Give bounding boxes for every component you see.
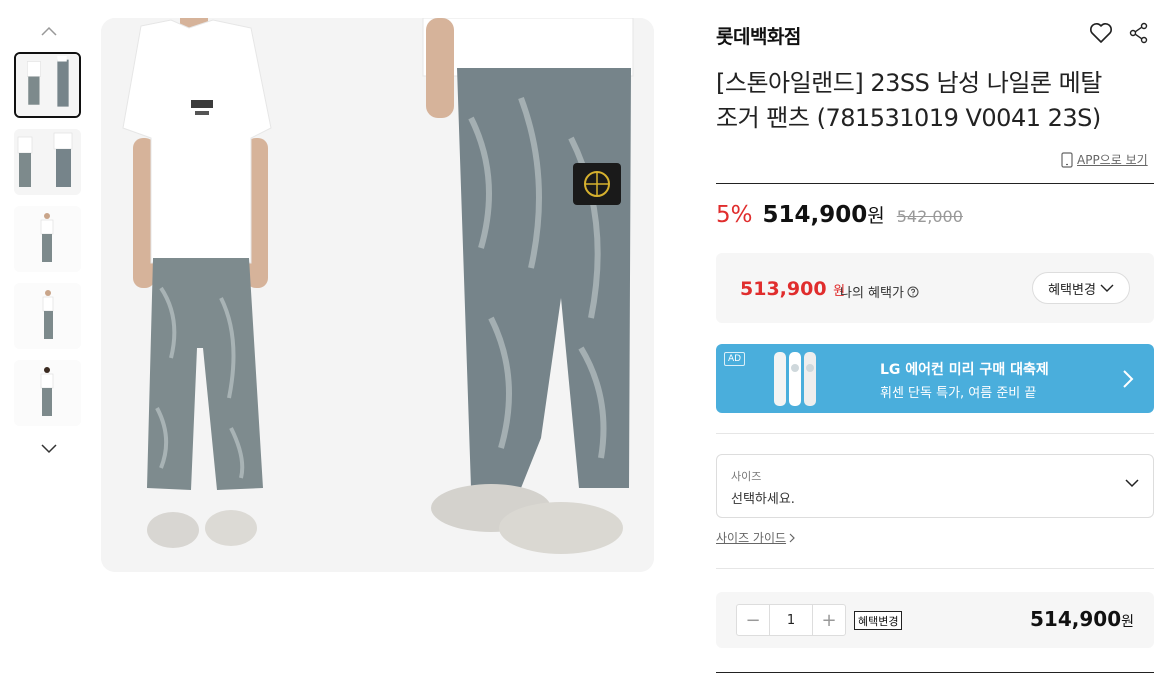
question-icon[interactable] bbox=[907, 286, 919, 298]
benefit-price-value: 513,900 bbox=[740, 278, 827, 300]
quantity-value[interactable]: 1 bbox=[769, 605, 813, 635]
change-benefit-badge[interactable]: 혜택변경 bbox=[854, 611, 903, 630]
thumbnail-scroll-up-button[interactable] bbox=[39, 24, 59, 38]
ad-subtitle: 휘센 단독 특가, 여름 준비 끝 bbox=[880, 386, 1037, 401]
product-title-line-1: [스톤아일랜드] 23SS 남성 나일론 메탈 bbox=[716, 69, 1102, 97]
product-title-line-2: 조거 팬츠 (781531019 V0041 23S) bbox=[716, 104, 1101, 132]
total-price: 514,900원 bbox=[1030, 607, 1134, 631]
brand-name[interactable]: 롯데백화점 bbox=[716, 22, 801, 49]
benefit-price: 513,900 원 bbox=[740, 278, 845, 300]
app-view-label: APP으로 보기 bbox=[1077, 153, 1148, 167]
size-label: 사이즈 bbox=[731, 470, 762, 483]
thumbnail-1[interactable] bbox=[14, 52, 81, 118]
air-conditioner-image bbox=[774, 352, 816, 406]
thumbnail-image bbox=[14, 360, 81, 426]
ad-title: LG 에어컨 미리 구매 대축제 bbox=[880, 362, 1049, 378]
change-benefit-button[interactable]: 혜택변경 bbox=[1032, 272, 1130, 304]
my-benefit-price-box: 513,900 원 나의 혜택가 혜택변경 bbox=[716, 253, 1154, 323]
benefit-label: 나의 혜택가 bbox=[840, 282, 919, 301]
thumbnail-2[interactable] bbox=[14, 129, 81, 195]
size-guide-label: 사이즈 가이드 bbox=[716, 531, 787, 545]
sale-price: 514,900원 bbox=[763, 201, 885, 228]
quantity-increase-button[interactable]: + bbox=[813, 605, 845, 635]
chevron-down-icon bbox=[1125, 479, 1139, 488]
wishlist-button[interactable] bbox=[1088, 20, 1114, 46]
thumbnail-scroll-down-button[interactable] bbox=[39, 442, 59, 456]
mobile-phone-icon bbox=[1061, 151, 1073, 168]
original-price: 542,000 bbox=[896, 207, 963, 226]
total-price-value: 514,900 bbox=[1030, 607, 1122, 631]
chevron-down-icon bbox=[41, 444, 57, 454]
app-view-link[interactable]: APP으로 보기 bbox=[1061, 151, 1148, 168]
size-placeholder: 선택하세요. bbox=[731, 492, 795, 507]
currency-unit: 원 bbox=[867, 205, 885, 227]
heart-icon bbox=[1090, 23, 1112, 43]
chevron-up-icon bbox=[41, 26, 57, 36]
thumbnail-image bbox=[14, 129, 81, 195]
order-summary: − 1 + 혜택변경 514,900원 bbox=[716, 592, 1154, 648]
product-title: [스톤아일랜드] 23SS 남성 나일론 메탈 조거 팬츠 (781531019… bbox=[716, 66, 1156, 136]
quantity-stepper: − 1 + bbox=[736, 604, 846, 636]
price-row: 5% 514,900원 542,000 bbox=[716, 201, 963, 228]
share-icon bbox=[1129, 22, 1148, 44]
thumbnail-4[interactable] bbox=[14, 283, 81, 349]
size-select[interactable]: 사이즈 선택하세요. bbox=[716, 454, 1154, 518]
quantity-decrease-button[interactable]: − bbox=[737, 605, 769, 635]
divider bbox=[716, 433, 1154, 434]
thumbnail-5[interactable] bbox=[14, 360, 81, 426]
ad-tag: AD bbox=[724, 352, 746, 366]
discount-rate: 5% bbox=[716, 202, 753, 228]
change-benefit-label: 혜택변경 bbox=[1048, 282, 1096, 298]
divider bbox=[716, 183, 1154, 184]
thumbnail-image bbox=[16, 54, 79, 116]
chevron-right-icon bbox=[789, 533, 795, 542]
benefit-label-text: 나의 혜택가 bbox=[840, 286, 904, 301]
chevron-right-icon bbox=[1123, 370, 1134, 388]
divider bbox=[716, 672, 1154, 673]
chevron-down-icon bbox=[1100, 284, 1114, 292]
ad-banner[interactable]: AD LG 에어컨 미리 구매 대축제 휘센 단독 특가, 여름 준비 끝 bbox=[716, 344, 1154, 413]
thumbnail-image bbox=[14, 206, 81, 272]
currency-unit: 원 bbox=[1121, 614, 1134, 630]
thumbnail-3[interactable] bbox=[14, 206, 81, 272]
sale-price-value: 514,900 bbox=[762, 202, 868, 228]
main-product-image bbox=[101, 18, 654, 572]
share-button[interactable] bbox=[1126, 20, 1152, 46]
thumbnail-image bbox=[14, 283, 81, 349]
divider bbox=[716, 568, 1154, 569]
size-guide-link[interactable]: 사이즈 가이드 bbox=[716, 529, 795, 546]
